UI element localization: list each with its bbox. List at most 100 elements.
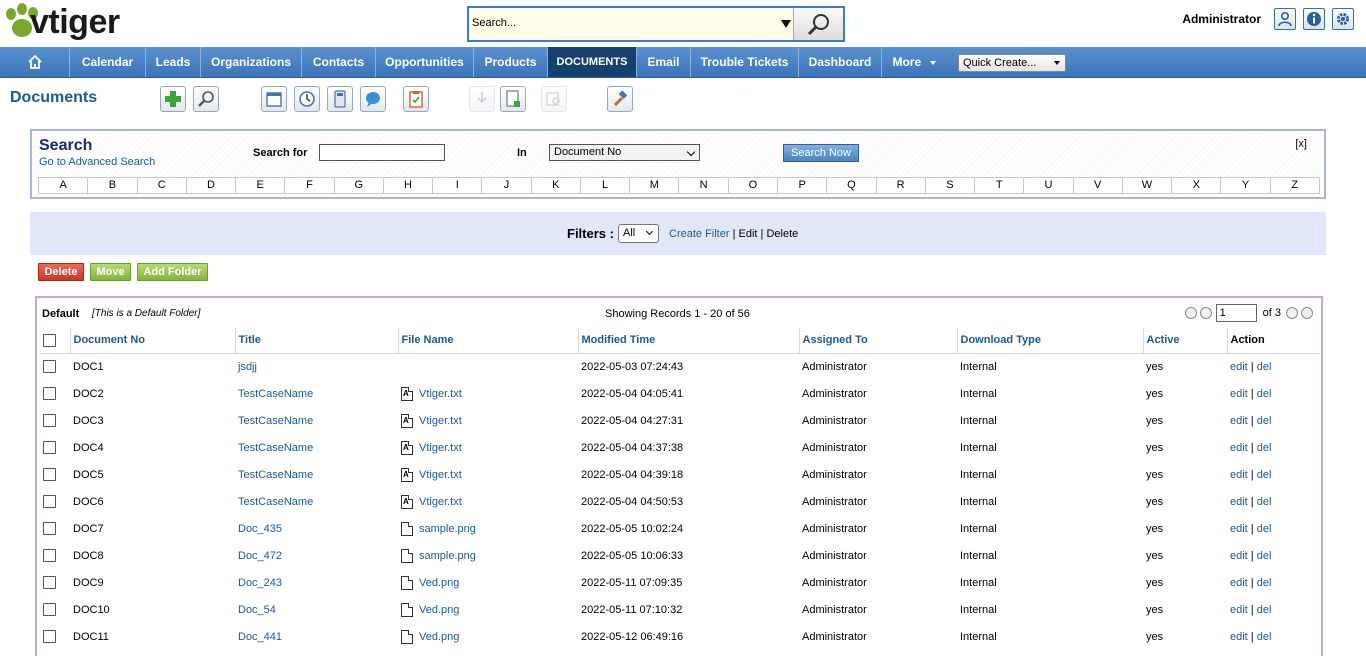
- row-checkbox[interactable]: [43, 387, 56, 400]
- row-checkbox[interactable]: [43, 630, 56, 643]
- settings-button[interactable]: [1332, 8, 1354, 30]
- del-link[interactable]: del: [1257, 388, 1272, 400]
- file-name-link[interactable]: Ved.png: [419, 603, 459, 615]
- last-viewed-button[interactable]: [403, 86, 429, 112]
- row-checkbox[interactable]: [43, 468, 56, 481]
- delete-filter-link[interactable]: Delete: [766, 228, 798, 240]
- user-name[interactable]: Administrator: [1182, 12, 1261, 26]
- del-link[interactable]: del: [1257, 631, 1272, 643]
- file-name-link[interactable]: Vtiger.txt: [419, 495, 462, 507]
- alpha-letter[interactable]: S: [926, 178, 976, 193]
- del-link[interactable]: del: [1257, 469, 1272, 481]
- title-link[interactable]: Doc_441: [238, 631, 282, 643]
- search-module-dropdown-icon[interactable]: [781, 20, 791, 28]
- open-calendar-button[interactable]: [261, 86, 287, 112]
- del-link[interactable]: del: [1257, 442, 1272, 454]
- alpha-letter[interactable]: K: [532, 178, 581, 193]
- edit-link[interactable]: edit: [1230, 604, 1248, 616]
- tab-products[interactable]: Products: [474, 47, 548, 77]
- export-button[interactable]: [500, 86, 526, 112]
- row-checkbox[interactable]: [43, 603, 56, 616]
- alpha-letter[interactable]: D: [187, 178, 237, 193]
- column-assigned-to[interactable]: Assigned To: [799, 328, 958, 354]
- title-link[interactable]: TestCaseName: [238, 388, 313, 400]
- edit-link[interactable]: edit: [1230, 523, 1248, 535]
- edit-filter-link[interactable]: Edit: [739, 228, 758, 240]
- alpha-letter[interactable]: L: [581, 178, 631, 193]
- del-link[interactable]: del: [1257, 496, 1272, 508]
- tab-calendar[interactable]: Calendar: [70, 47, 146, 77]
- home-tab[interactable]: [0, 47, 70, 77]
- tab-email[interactable]: Email: [637, 47, 691, 77]
- alpha-letter[interactable]: A: [39, 178, 89, 193]
- title-link[interactable]: Doc_435: [238, 523, 282, 535]
- edit-link[interactable]: edit: [1230, 361, 1248, 373]
- row-checkbox[interactable]: [43, 549, 56, 562]
- alpha-letter[interactable]: Z: [1271, 178, 1319, 193]
- alpha-letter[interactable]: W: [1123, 178, 1173, 193]
- my-preferences-button[interactable]: [1274, 8, 1296, 30]
- title-link[interactable]: Doc_243: [238, 577, 282, 589]
- alpha-letter[interactable]: P: [778, 178, 828, 193]
- page-number-input[interactable]: [1215, 304, 1257, 322]
- del-link[interactable]: del: [1257, 604, 1272, 616]
- edit-link[interactable]: edit: [1230, 388, 1248, 400]
- close-search-button[interactable]: [x]: [1295, 138, 1307, 150]
- row-checkbox[interactable]: [43, 441, 56, 454]
- del-link[interactable]: del: [1257, 550, 1272, 562]
- alpha-letter[interactable]: J: [482, 178, 532, 193]
- tab-trouble-tickets[interactable]: Trouble Tickets: [691, 47, 799, 77]
- filter-select[interactable]: All: [618, 224, 659, 243]
- file-name-link[interactable]: Vtiger.txt: [419, 387, 462, 399]
- alpha-letter[interactable]: E: [236, 178, 286, 193]
- tab-opportunities[interactable]: Opportunities: [376, 47, 474, 77]
- row-checkbox[interactable]: [43, 360, 56, 374]
- del-link[interactable]: del: [1257, 523, 1272, 535]
- row-checkbox[interactable]: [43, 522, 56, 535]
- add-folder-button[interactable]: Add Folder: [137, 263, 208, 281]
- alpha-letter[interactable]: N: [679, 178, 729, 193]
- column-modified-time[interactable]: Modified Time: [578, 328, 800, 354]
- row-checkbox[interactable]: [43, 495, 56, 508]
- delete-button[interactable]: Delete: [38, 263, 84, 281]
- title-link[interactable]: TestCaseName: [238, 496, 313, 508]
- search-toggle-button[interactable]: [193, 86, 219, 112]
- file-name-link[interactable]: sample.png: [419, 549, 476, 561]
- column-download-type[interactable]: Download Type: [957, 328, 1144, 354]
- tab-organizations[interactable]: Organizations: [201, 47, 302, 77]
- create-document-button[interactable]: [160, 86, 186, 112]
- calculator-button[interactable]: [327, 86, 353, 112]
- column-file-name[interactable]: File Name: [398, 328, 579, 354]
- alpha-letter[interactable]: G: [335, 178, 384, 193]
- alpha-letter[interactable]: H: [384, 178, 434, 193]
- file-name-link[interactable]: Ved.png: [419, 576, 459, 588]
- prev-page-icon[interactable]: [1199, 307, 1212, 319]
- world-clock-button[interactable]: [294, 86, 320, 112]
- global-search-input[interactable]: [472, 17, 772, 29]
- alpha-letter[interactable]: F: [285, 178, 335, 193]
- global-search-button[interactable]: [793, 8, 843, 40]
- row-checkbox[interactable]: [43, 576, 56, 589]
- module-title[interactable]: Documents: [10, 89, 97, 107]
- file-name-link[interactable]: Vtiger.txt: [419, 468, 462, 480]
- last-page-icon[interactable]: [1301, 307, 1313, 319]
- edit-link[interactable]: edit: [1230, 442, 1248, 454]
- file-name-link[interactable]: Vtiger.txt: [419, 441, 462, 453]
- file-name-link[interactable]: Vtiger.txt: [419, 414, 462, 426]
- alpha-letter[interactable]: R: [877, 178, 926, 193]
- create-filter-link[interactable]: Create Filter: [669, 228, 730, 240]
- alpha-letter[interactable]: O: [729, 178, 778, 193]
- row-checkbox[interactable]: [43, 414, 56, 427]
- first-page-icon[interactable]: [1184, 307, 1197, 319]
- alpha-letter[interactable]: C: [138, 178, 187, 193]
- module-settings-button[interactable]: [607, 86, 633, 112]
- del-link[interactable]: del: [1257, 361, 1272, 373]
- edit-link[interactable]: edit: [1230, 577, 1248, 589]
- alpha-letter[interactable]: U: [1024, 178, 1074, 193]
- move-button[interactable]: Move: [90, 263, 131, 281]
- edit-link[interactable]: edit: [1230, 415, 1248, 427]
- alpha-letter[interactable]: V: [1074, 178, 1123, 193]
- edit-link[interactable]: edit: [1230, 496, 1248, 508]
- title-link[interactable]: jsdjj: [238, 361, 257, 373]
- edit-link[interactable]: edit: [1230, 550, 1248, 562]
